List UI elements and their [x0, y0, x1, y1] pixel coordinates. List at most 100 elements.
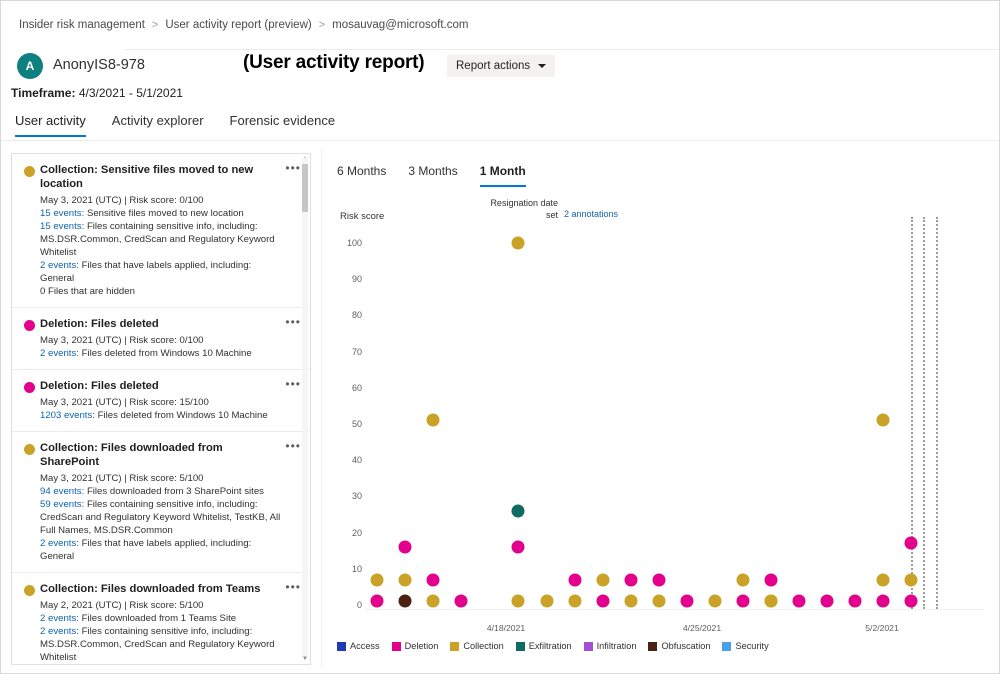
chart-data-point[interactable]: [597, 573, 610, 586]
legend-item[interactable]: Obfuscation: [648, 641, 710, 651]
event-card[interactable]: Deletion: Files deletedMay 3, 2021 (UTC)…: [12, 370, 310, 432]
scroll-down-arrow-icon[interactable]: ▼: [302, 656, 308, 662]
chart-data-point[interactable]: [427, 414, 440, 427]
event-more-options-icon[interactable]: •••: [285, 443, 301, 449]
event-count-link[interactable]: 1203 events:: [40, 410, 98, 421]
report-actions-button[interactable]: Report actions: [447, 55, 555, 77]
event-detail-line: 2 events: Files deleted from Windows 10 …: [40, 347, 284, 360]
event-meta: May 3, 2021 (UTC) | Risk score: 0/100: [40, 194, 284, 207]
chart-data-point[interactable]: [541, 595, 554, 608]
breadcrumb-item-user-activity-report[interactable]: User activity report (preview): [165, 19, 311, 31]
legend-item[interactable]: Deletion: [392, 641, 439, 651]
event-count-link[interactable]: 15 events:: [40, 208, 87, 219]
event-count-link[interactable]: 2 events:: [40, 348, 82, 359]
event-title: Collection: Files downloaded from Teams: [40, 582, 284, 596]
y-axis-tick-label: 50: [332, 419, 362, 429]
event-detail-line: 15 events: Sensitive files moved to new …: [40, 207, 284, 220]
chart-data-point[interactable]: [765, 573, 778, 586]
event-title: Deletion: Files deleted: [40, 379, 284, 393]
event-count-link[interactable]: 2 events:: [40, 538, 82, 549]
event-category-dot-icon: [24, 585, 35, 596]
event-count-link[interactable]: 2 events:: [40, 260, 82, 271]
chart-data-point[interactable]: [821, 595, 834, 608]
chart-data-point[interactable]: [653, 595, 666, 608]
event-more-options-icon[interactable]: •••: [285, 319, 301, 325]
chart-data-point[interactable]: [399, 541, 412, 554]
event-meta: May 2, 2021 (UTC) | Risk score: 5/100: [40, 599, 284, 612]
annotations-link[interactable]: 2 annotations: [564, 209, 618, 219]
legend-item[interactable]: Security: [722, 641, 768, 651]
chart-data-point[interactable]: [793, 595, 806, 608]
chart-data-point[interactable]: [905, 573, 918, 586]
chart-data-point[interactable]: [737, 595, 750, 608]
legend-item[interactable]: Exfiltration: [516, 641, 572, 651]
event-card[interactable]: Deletion: Files deletedMay 3, 2021 (UTC)…: [12, 308, 310, 370]
chart-data-point[interactable]: [709, 595, 722, 608]
legend-item[interactable]: Access: [337, 641, 380, 651]
breadcrumb-separator-icon: >: [319, 19, 325, 31]
event-more-options-icon[interactable]: •••: [285, 165, 301, 171]
tab-user-activity[interactable]: User activity: [15, 113, 86, 137]
chart-data-point[interactable]: [877, 595, 890, 608]
event-count-link[interactable]: 2 events:: [40, 613, 82, 624]
chart-data-point[interactable]: [512, 595, 525, 608]
event-detail-line: 2 events: Files downloaded from 1 Teams …: [40, 612, 284, 625]
x-axis-tick-label: 4/18/2021: [487, 623, 525, 633]
event-count-link[interactable]: 2 events:: [40, 626, 82, 637]
event-detail-line: 2 events: Files that have labels applied…: [40, 537, 284, 563]
legend-swatch-icon: [392, 642, 401, 651]
activity-chart-panel: 6 Months 3 Months 1 Month Risk score Res…: [321, 149, 991, 667]
legend-item[interactable]: Infiltration: [584, 641, 637, 651]
chart-data-point[interactable]: [512, 541, 525, 554]
event-category-dot-icon: [24, 166, 35, 177]
chart-data-point[interactable]: [625, 595, 638, 608]
event-detail-line: 0 Files that are hidden: [40, 285, 284, 298]
event-card[interactable]: Collection: Sensitive files moved to new…: [12, 154, 310, 308]
events-list[interactable]: Collection: Sensitive files moved to new…: [12, 154, 310, 664]
timeframe: Timeframe: 4/3/2021 - 5/1/2021: [11, 86, 183, 100]
legend-swatch-icon: [337, 642, 346, 651]
chart-data-point[interactable]: [765, 595, 778, 608]
chart-data-point[interactable]: [681, 595, 694, 608]
event-card[interactable]: Collection: Files downloaded from Teams M…: [12, 573, 310, 664]
chart-data-point[interactable]: [371, 573, 384, 586]
chart-data-point[interactable]: [512, 237, 525, 250]
chart-data-point[interactable]: [427, 573, 440, 586]
chart-data-point[interactable]: [512, 504, 525, 517]
chart-data-point[interactable]: [455, 595, 468, 608]
chart-data-point[interactable]: [569, 573, 582, 586]
event-count-link[interactable]: 59 events:: [40, 499, 87, 510]
breadcrumb-item-user-email[interactable]: mosauvag@microsoft.com: [332, 19, 468, 31]
event-count-link[interactable]: 15 events:: [40, 221, 87, 232]
events-scrollbar[interactable]: [302, 158, 308, 658]
chart-data-point[interactable]: [877, 573, 890, 586]
chart-data-point[interactable]: [905, 537, 918, 550]
chart-data-point[interactable]: [427, 595, 440, 608]
events-scrollbar-thumb[interactable]: [302, 164, 308, 212]
page-title: AnonyIS8-978: [53, 57, 145, 73]
chart-data-point[interactable]: [905, 595, 918, 608]
event-more-options-icon[interactable]: •••: [285, 584, 301, 590]
event-more-options-icon[interactable]: •••: [285, 381, 301, 387]
chart-data-point[interactable]: [625, 573, 638, 586]
timeframe-label: Timeframe:: [11, 86, 75, 100]
event-count-link[interactable]: 94 events:: [40, 486, 87, 497]
chart-data-point[interactable]: [597, 595, 610, 608]
y-axis-tick-label: 100: [332, 238, 362, 248]
breadcrumb-item-insider-risk-management[interactable]: Insider risk management: [19, 19, 145, 31]
chart-data-point[interactable]: [399, 595, 412, 608]
chart-data-point[interactable]: [849, 595, 862, 608]
chart-data-point[interactable]: [653, 573, 666, 586]
chart-data-point[interactable]: [737, 573, 750, 586]
tab-forensic-evidence[interactable]: Forensic evidence: [230, 113, 336, 137]
chart-data-point[interactable]: [569, 595, 582, 608]
chart-data-point[interactable]: [399, 573, 412, 586]
chart-data-point[interactable]: [877, 414, 890, 427]
event-card[interactable]: Collection: Files downloaded from ShareP…: [12, 432, 310, 573]
legend-label: Infiltration: [597, 641, 637, 651]
legend-item[interactable]: Collection: [450, 641, 503, 651]
event-category-dot-icon: [24, 382, 35, 393]
chart-data-point[interactable]: [371, 595, 384, 608]
tab-activity-explorer[interactable]: Activity explorer: [112, 113, 204, 137]
risk-score-scatter-plot: Resignation date set 2 annotations 01020…: [322, 149, 992, 667]
